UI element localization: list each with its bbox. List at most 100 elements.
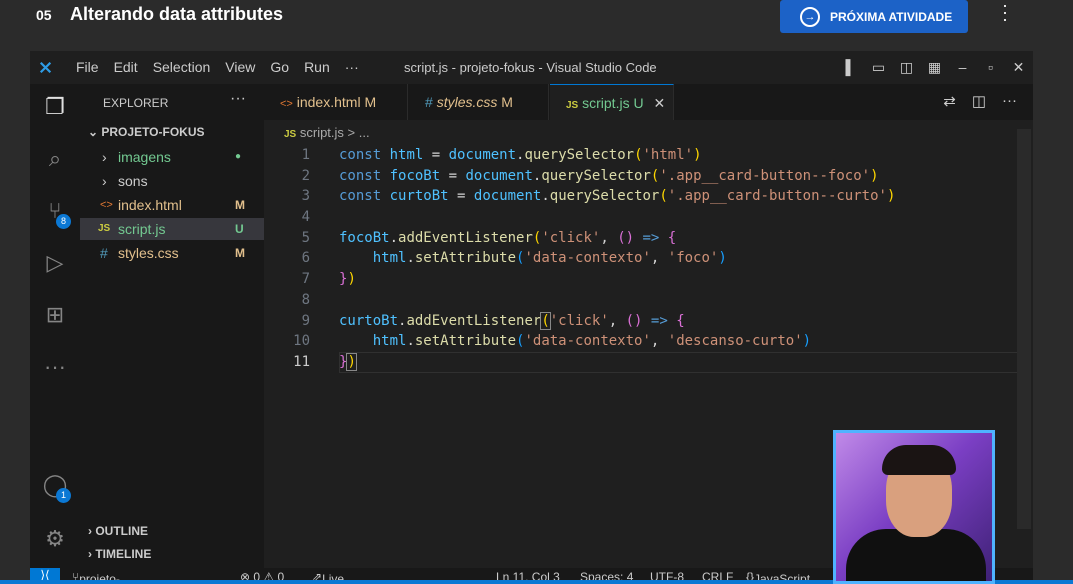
- tab-label: script.js: [582, 95, 630, 111]
- vscode-logo-icon: ⨯: [38, 57, 54, 77]
- explorer-icon[interactable]: ❐: [40, 92, 70, 122]
- html-file-icon: <>: [280, 98, 293, 110]
- line-number: 3: [301, 188, 310, 205]
- js-file-icon: JS: [284, 129, 297, 140]
- next-activity-button[interactable]: → PRÓXIMA ATIVIDADE: [780, 0, 968, 33]
- lesson-number: 05: [36, 7, 52, 23]
- source-control-badge: 8: [56, 214, 71, 229]
- menu-go[interactable]: Go: [270, 59, 289, 75]
- code-line: 10 html.setAttribute('data-contexto', 'd…: [264, 331, 1024, 352]
- tab-status: U: [633, 95, 644, 111]
- tab-status: M: [501, 94, 513, 110]
- settings-gear-icon[interactable]: ⚙: [40, 524, 70, 554]
- run-debug-icon[interactable]: ▷: [40, 248, 70, 278]
- window-controls: ▌ ▭ ◫ ▦ – ▫ ✕: [842, 59, 1027, 76]
- code-line: 3 const curtoBt = document.querySelector(…: [264, 186, 1024, 207]
- code-line: 8: [264, 290, 1024, 311]
- editor-scrollbar[interactable]: [1017, 129, 1031, 529]
- line-number: 11: [293, 353, 310, 370]
- explorer-more-icon[interactable]: ···: [230, 90, 246, 108]
- editor-tabs: <> index.html M # styles.css M JS script…: [264, 84, 1033, 120]
- code-text: }): [339, 352, 357, 371]
- menu-edit[interactable]: Edit: [114, 59, 138, 75]
- toggle-panel-icon[interactable]: ▭: [870, 59, 887, 76]
- code-text: focoBt.addEventListener('click', () => {: [339, 229, 677, 246]
- outline-label: OUTLINE: [95, 524, 149, 538]
- js-file-icon: JS: [566, 100, 579, 111]
- menu-file[interactable]: File: [76, 59, 99, 75]
- code-text: const curtoBt = document.querySelector('…: [339, 188, 896, 205]
- breadcrumb: JS script.js > ...: [284, 125, 370, 140]
- code-line: 4: [264, 207, 1024, 228]
- code-text: const focoBt = document.querySelector('.…: [339, 167, 879, 184]
- tab-script-js[interactable]: JS script.js U ✕: [550, 84, 674, 120]
- tab-styles-css[interactable]: # styles.css M: [409, 84, 549, 120]
- project-folder[interactable]: ⌄ PROJETO-FOKUS: [88, 125, 205, 139]
- git-status: ●: [235, 151, 242, 162]
- tab-label: styles.css: [436, 94, 498, 110]
- file-label: sons: [118, 173, 148, 189]
- explorer-sidebar: EXPLORER ··· ⌄ PROJETO-FOKUS › imagens ●…: [80, 84, 264, 568]
- restore-icon[interactable]: ▫: [982, 59, 999, 76]
- line-number: 2: [301, 167, 310, 184]
- line-number: 9: [301, 312, 310, 329]
- code-line: 2 const focoBt = document.querySelector('…: [264, 166, 1024, 187]
- file-label: styles.css: [118, 245, 179, 261]
- menu-bar: File Edit Selection View Go Run ···: [76, 59, 374, 75]
- chevron-right-icon: ›: [102, 149, 107, 165]
- toggle-sidebar-icon[interactable]: ▌: [842, 59, 859, 76]
- explorer-title: EXPLORER: [103, 96, 169, 110]
- open-changes-icon[interactable]: ⇄: [943, 92, 956, 110]
- window-title: script.js - projeto-fokus - Visual Studi…: [404, 60, 657, 75]
- close-window-icon[interactable]: ✕: [1010, 59, 1027, 76]
- timeline-section[interactable]: › TIMELINE: [88, 547, 151, 561]
- editor-actions: ⇄ ◫ ···: [943, 92, 1017, 110]
- git-status: M: [235, 198, 245, 212]
- line-number: 4: [301, 209, 310, 226]
- minimize-icon[interactable]: –: [954, 59, 971, 76]
- code-line: 9 curtoBt.addEventListener('click', () =>…: [264, 311, 1024, 332]
- title-bar: ⨯ File Edit Selection View Go Run ··· sc…: [30, 51, 1033, 84]
- menu-selection[interactable]: Selection: [153, 59, 211, 75]
- code-text: }): [339, 271, 356, 288]
- file-styles-css[interactable]: # styles.css M: [80, 242, 264, 264]
- activity-bar: ❐ ⌕ ⑂ 8 ▷ ⊞ ··· ◯ 1 ⚙: [30, 84, 80, 568]
- search-icon[interactable]: ⌕: [40, 144, 70, 174]
- folder-sons[interactable]: › sons: [80, 170, 264, 192]
- git-status: M: [235, 246, 245, 260]
- line-number: 1: [301, 147, 310, 163]
- close-tab-icon[interactable]: ✕: [653, 95, 665, 111]
- extensions-icon[interactable]: ⊞: [40, 300, 70, 330]
- code-editor[interactable]: 1 const html = document.querySelector('ht…: [264, 145, 1029, 373]
- webcam-overlay: [833, 430, 995, 584]
- line-number: 6: [301, 250, 310, 267]
- breadcrumb-path[interactable]: script.js > ...: [300, 125, 370, 140]
- customize-layout-icon[interactable]: ▦: [926, 59, 943, 76]
- file-index-html[interactable]: <> index.html M: [80, 194, 264, 216]
- line-number: 5: [301, 229, 310, 246]
- menu-more[interactable]: ···: [345, 59, 359, 75]
- code-text: curtoBt.addEventListener('click', () => …: [339, 311, 685, 330]
- webcam-person-hair: [882, 445, 956, 475]
- menu-run[interactable]: Run: [304, 59, 330, 75]
- editor-more-icon[interactable]: ···: [1002, 92, 1017, 110]
- course-header: 05 Alterando data attributes → PRÓXIMA A…: [0, 0, 1073, 50]
- timeline-label: TIMELINE: [95, 547, 152, 561]
- tab-index-html[interactable]: <> index.html M: [264, 84, 408, 120]
- more-options-icon[interactable]: · · ·: [1000, 0, 1010, 28]
- line-number: 7: [301, 271, 310, 288]
- code-text: html.setAttribute('data-contexto', 'desc…: [372, 333, 812, 350]
- file-script-js[interactable]: JS script.js U: [80, 218, 264, 240]
- file-label: index.html: [118, 197, 182, 213]
- webcam-person-body: [846, 529, 986, 581]
- toggle-secondary-sidebar-icon[interactable]: ◫: [898, 59, 915, 76]
- split-editor-icon[interactable]: ◫: [972, 92, 986, 110]
- menu-view[interactable]: View: [225, 59, 255, 75]
- file-label: script.js: [118, 221, 166, 237]
- outline-section[interactable]: › OUTLINE: [88, 524, 148, 538]
- folder-imagens[interactable]: › imagens ●: [80, 146, 264, 168]
- more-icon[interactable]: ···: [40, 352, 70, 382]
- css-file-icon: #: [100, 245, 108, 261]
- code-line: 6 html.setAttribute('data-contexto', 'fo…: [264, 248, 1024, 269]
- html-file-icon: <>: [100, 199, 113, 211]
